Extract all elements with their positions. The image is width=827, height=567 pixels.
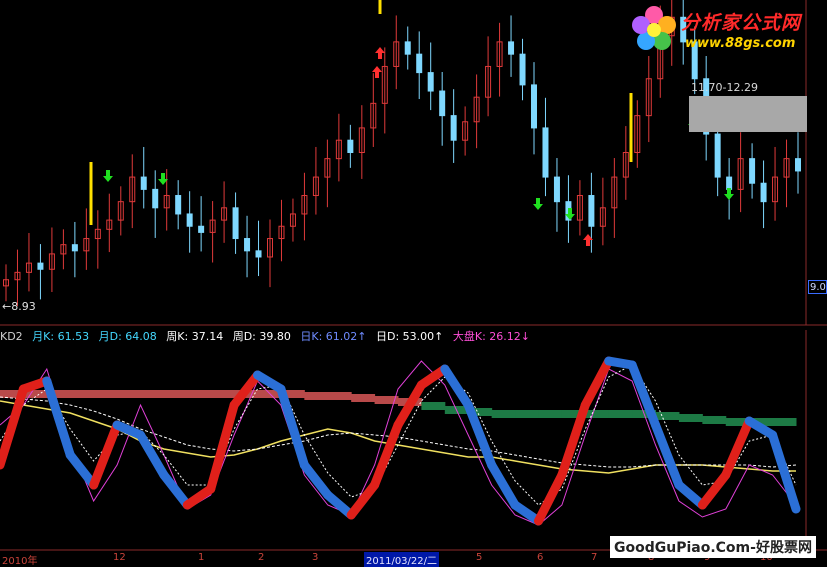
sell-arrow-icon <box>103 170 113 182</box>
candle-body <box>255 250 262 258</box>
market-k-line <box>0 360 797 526</box>
low-price-marker: ←8.93 <box>2 300 36 313</box>
candle-body <box>726 176 733 190</box>
month-k-band <box>187 390 212 398</box>
month-k-band <box>772 418 797 426</box>
day-k-segment <box>768 430 801 514</box>
candle-body <box>519 53 526 86</box>
month-k-band <box>702 416 727 424</box>
day-k-segment <box>65 450 99 490</box>
day-k-segment <box>135 430 169 480</box>
right-axis-price-label: 9.0 <box>808 280 827 294</box>
day-k-segment <box>0 384 28 470</box>
month-k-band <box>210 390 235 398</box>
month-k-band <box>327 392 352 400</box>
legend-week-k: 周K: 37.14 <box>166 330 224 343</box>
indicator-legend-bar: KD2 月K: 61.53 月D: 64.08 周K: 37.14 周D: 39… <box>0 328 536 343</box>
month-k-band <box>351 394 376 402</box>
candle-body <box>588 195 595 227</box>
candle-body <box>531 84 537 129</box>
month-k-band <box>678 414 703 422</box>
candle-body <box>553 176 560 203</box>
day-k-segment <box>487 460 520 510</box>
signal-highlight-bar <box>629 93 633 162</box>
legend-month-k: 月K: 61.53 <box>32 330 90 343</box>
candle-body <box>416 53 423 74</box>
kd-indicator-panel <box>0 356 801 526</box>
watermark-text: GoodGuPiao.Com-好股票网 <box>610 536 816 558</box>
month-k-band <box>515 410 539 418</box>
day-k-segment <box>159 470 192 510</box>
day-k-segment <box>533 470 567 526</box>
indicator-name: KD2 <box>0 330 23 343</box>
candle-body <box>450 115 457 141</box>
candle-body <box>760 182 767 203</box>
candle-body <box>198 225 205 233</box>
candle-body <box>439 90 446 117</box>
month-k-band <box>93 390 118 398</box>
signal-highlight-bar <box>89 162 93 225</box>
target-range-box <box>689 96 807 132</box>
month-k-band <box>70 390 95 398</box>
date-axis-tick: 2 <box>258 552 265 563</box>
candle-body <box>37 262 44 270</box>
date-axis-tick: 7 <box>591 552 598 563</box>
candle-body <box>175 195 182 215</box>
logo-url-text: www.88gs.com <box>685 36 796 51</box>
day-k-segment <box>89 420 122 490</box>
day-k-segment <box>651 420 684 490</box>
month-k-band <box>421 402 446 410</box>
legend-day-k: 日K: 61.02↑ <box>300 330 367 343</box>
date-axis-cursor-label: 2011/03/22/二 <box>364 552 440 567</box>
sell-arrow-icon <box>724 188 734 200</box>
month-k-band <box>491 410 516 418</box>
candle-body <box>795 158 801 172</box>
candle-body <box>152 188 159 209</box>
target-range-label: 11.70-12.29 <box>691 81 758 94</box>
legend-week-d: 周D: 39.80 <box>232 330 291 343</box>
site-logo: 分析家公式网 www.88gs.com <box>629 4 821 56</box>
day-k-segment <box>697 470 731 510</box>
date-axis-tick: 1 <box>198 552 205 563</box>
date-axis-tick: 5 <box>476 552 483 563</box>
candle-body <box>232 207 239 240</box>
day-k-segment <box>206 400 239 494</box>
flower-icon <box>632 6 676 50</box>
date-axis-tick: 12 <box>113 552 126 563</box>
candle-body <box>404 41 411 55</box>
candle-body <box>140 176 147 190</box>
date-axis-tick: 2010年 <box>2 556 38 567</box>
signal-highlight-bar <box>378 0 382 14</box>
candle-body <box>427 72 434 92</box>
day-k-segment <box>580 356 614 410</box>
month-k-band <box>538 410 563 418</box>
legend-day-d: 日D: 53.00↑ <box>376 330 444 343</box>
month-k-band <box>655 412 680 420</box>
day-k-segment <box>674 480 707 510</box>
buy-arrow-icon <box>375 47 385 59</box>
month-k-band <box>117 390 141 398</box>
legend-month-d: 月D: 64.08 <box>98 330 157 343</box>
candle-body <box>71 244 78 252</box>
candle-body <box>714 133 721 178</box>
candle-body <box>244 238 251 252</box>
candle-body <box>749 158 756 184</box>
day-k-segment <box>440 364 473 410</box>
month-k-band <box>163 390 188 398</box>
candle-body <box>186 213 193 227</box>
candle-body <box>508 41 515 55</box>
logo-brand-text: 分析家公式网 <box>681 12 802 34</box>
month-k-band <box>608 410 633 418</box>
date-axis-tick: 3 <box>312 552 319 563</box>
date-axis-tick: 6 <box>537 552 544 563</box>
month-k-band <box>585 410 610 418</box>
legend-market-k: 大盘K: 26.12↓ <box>452 330 531 343</box>
month-k-band <box>304 392 329 400</box>
candle-body <box>347 139 354 153</box>
sell-arrow-icon <box>533 198 543 210</box>
month-k-band <box>140 390 165 398</box>
day-k-segment <box>323 490 356 520</box>
candle-body <box>542 127 549 178</box>
